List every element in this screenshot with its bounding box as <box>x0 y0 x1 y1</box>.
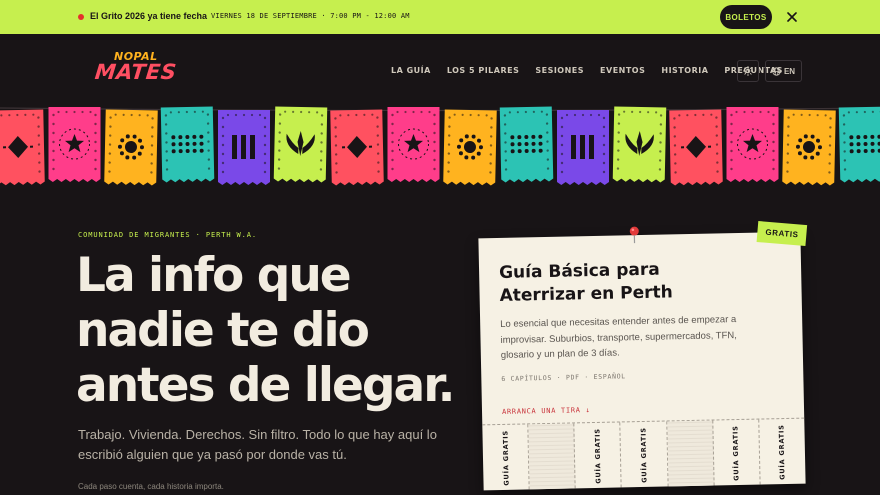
logo-line-2: MATES <box>93 60 178 84</box>
tear-strip-label: GUÍA GRATIS <box>639 426 649 483</box>
torn-strip <box>528 423 576 490</box>
tear-strip[interactable]: GUÍA GRATIS <box>482 424 530 491</box>
language-button[interactable]: EN <box>765 60 802 82</box>
flag-agave-icon <box>612 106 667 183</box>
tear-strip-label: GUÍA GRATIS <box>500 429 511 486</box>
free-badge: GRATIS <box>756 221 808 247</box>
flag-diamond-icon <box>0 109 45 186</box>
nav-item-historia[interactable]: HISTORIA <box>661 66 708 75</box>
main-nav: LA GUÍA LOS 5 PILARES SESIONES EVENTOS H… <box>391 66 783 75</box>
nav-item-eventos[interactable]: EVENTOS <box>600 66 645 75</box>
papel-picado-banner <box>0 106 880 186</box>
headline-line-3: antes de llegar. <box>76 358 456 413</box>
announcement-text: El Grito 2026 ya tiene fecha <box>90 11 208 21</box>
flag-bars-icon <box>557 110 609 185</box>
guide-title: Guía Básica para Aterrizar en Perth <box>498 259 674 306</box>
flag-agave-icon <box>273 106 328 183</box>
tear-strip-link[interactable]: ARRANCA UNA TIRA ↓ <box>502 406 591 416</box>
pushpin-icon <box>629 226 639 244</box>
hero-headline: La info que nadie te dio antes de llegar… <box>76 248 476 413</box>
flag-dots-icon <box>838 106 880 183</box>
headline-line-1: La info que <box>76 248 352 303</box>
close-icon[interactable] <box>784 9 800 25</box>
hero-eyebrow: COMUNIDAD DE MIGRANTES · PERTH W.A. <box>78 231 258 239</box>
flag-sun-icon <box>782 109 836 186</box>
flag-dots-icon <box>499 106 554 183</box>
flag-diamond-icon <box>330 109 384 186</box>
flag-star-icon <box>387 107 440 182</box>
torn-strip <box>666 420 715 487</box>
tear-strip[interactable]: GUÍA GRATIS <box>759 419 805 485</box>
guide-description: Lo esencial que necesitas entender antes… <box>500 314 737 361</box>
flag-sun-icon <box>443 109 497 186</box>
logo[interactable]: NOPAL MATES <box>94 47 178 91</box>
live-dot-icon <box>78 14 84 20</box>
sun-icon <box>743 66 753 76</box>
tear-strip-label: GUÍA GRATIS <box>777 423 787 480</box>
language-label: EN <box>783 66 796 76</box>
nav-item-la-guia[interactable]: LA GUÍA <box>391 66 431 75</box>
flag-star-icon <box>726 107 779 182</box>
tear-off-strips: GUÍA GRATIS GUÍA GRATIS GUÍA GRATIS GUÍA GR… <box>482 417 806 491</box>
nav-item-sesiones[interactable]: SESIONES <box>535 66 584 75</box>
flag-dots-icon <box>160 106 215 183</box>
theme-toggle-button[interactable] <box>737 60 759 82</box>
announcement-bar: El Grito 2026 ya tiene fecha VIERNES 18 … <box>0 0 880 34</box>
tear-strip-label: GUÍA GRATIS <box>593 427 603 484</box>
tear-strip[interactable]: GUÍA GRATIS <box>620 421 669 488</box>
announcement-date: VIERNES 18 DE SEPTIEMBRE · 7:00 PM - 12:… <box>211 12 410 20</box>
headline-line-2: nadie te dio <box>76 303 370 358</box>
flag-bars-icon <box>218 110 270 185</box>
flag-sun-icon <box>104 109 158 186</box>
guide-card[interactable]: GRATIS Guía Básica para Aterrizar en Per… <box>478 221 808 491</box>
nav-item-pilares[interactable]: LOS 5 PILARES <box>447 66 520 75</box>
tickets-button[interactable]: BOLETOS <box>720 5 772 29</box>
tear-strip[interactable]: GUÍA GRATIS <box>574 422 623 489</box>
flag-diamond-icon <box>669 109 723 186</box>
tear-strip-label: GUÍA GRATIS <box>731 424 741 481</box>
hero-subtitle: Trabajo. Vivienda. Derechos. Sin filtro.… <box>78 427 437 462</box>
flag-star-icon <box>48 107 101 182</box>
hero-tagline: Cada paso cuenta, cada historia importa. <box>78 482 224 491</box>
globe-icon <box>772 66 781 76</box>
guide-meta: 6 CAPÍTULOS · PDF · ESPAÑOL <box>501 372 626 383</box>
tear-strip[interactable]: GUÍA GRATIS <box>712 419 761 486</box>
